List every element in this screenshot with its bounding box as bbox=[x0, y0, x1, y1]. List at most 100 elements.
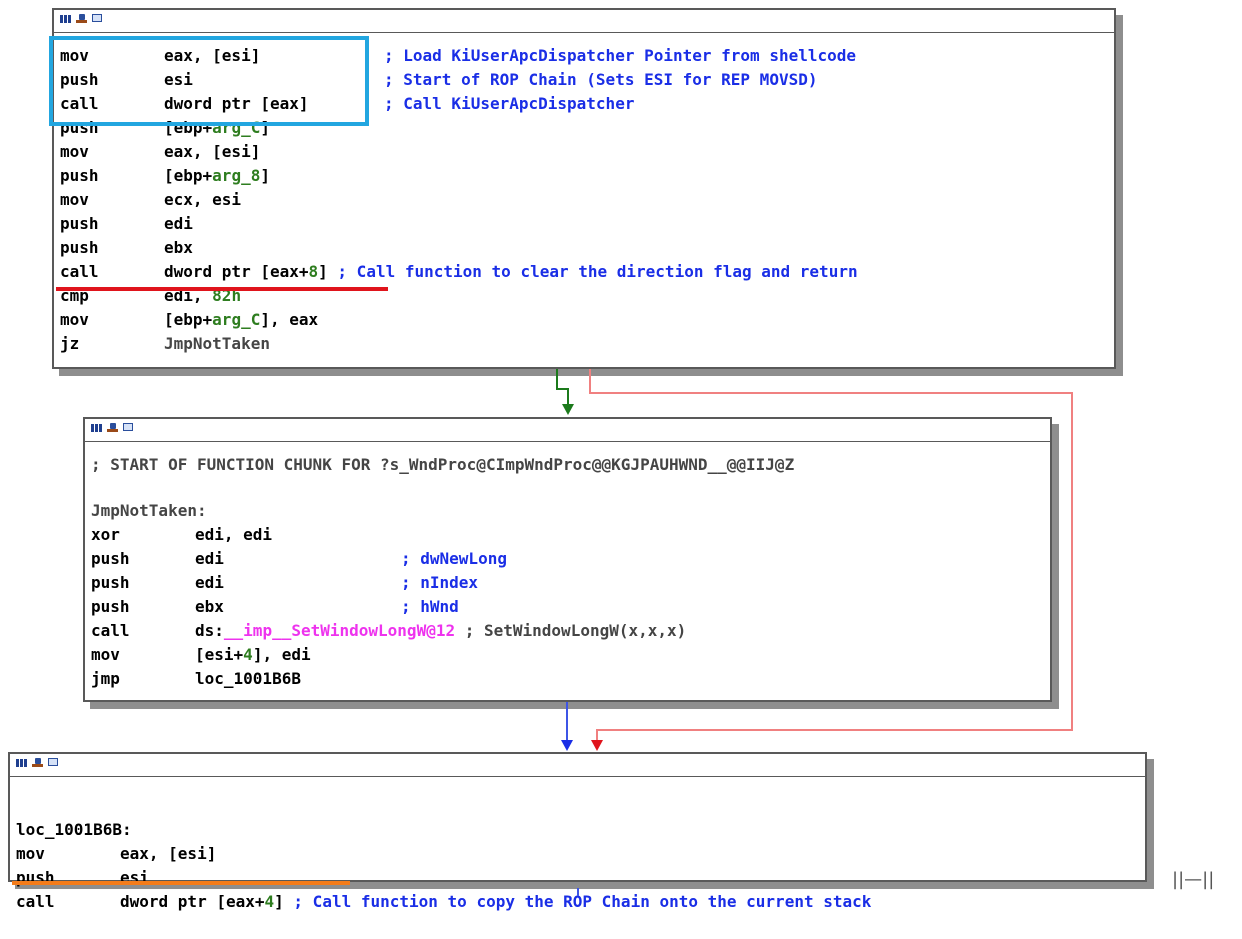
code-line[interactable]: mov [esi+4], edi bbox=[91, 643, 311, 667]
code-line[interactable]: push ebx bbox=[60, 236, 193, 260]
code-line[interactable]: push ebx ; hWnd bbox=[91, 595, 459, 619]
operand: edi bbox=[195, 573, 224, 592]
red-edge bbox=[1071, 392, 1073, 731]
label-loc-1001b6b[interactable]: loc_1001B6B: bbox=[16, 818, 132, 842]
green-arrow-icon bbox=[562, 404, 574, 415]
code-line[interactable]: mov [ebp+arg_C], eax bbox=[60, 308, 318, 332]
operand: dword ptr [eax+ bbox=[120, 892, 265, 911]
code-line[interactable]: mov eax, [esi] bbox=[16, 842, 216, 866]
label-jmpnottaken[interactable]: JmpNotTaken: bbox=[91, 499, 207, 523]
graph-view-icon[interactable] bbox=[60, 15, 71, 23]
operand: ] bbox=[274, 892, 284, 911]
code-line[interactable]: push edi ; nIndex bbox=[91, 571, 478, 595]
green-edge bbox=[567, 388, 569, 405]
operand: edi bbox=[195, 549, 224, 568]
orange-underline bbox=[12, 881, 350, 885]
mnemonic: push bbox=[60, 214, 99, 233]
edit-icon[interactable] bbox=[76, 14, 87, 23]
blue-arrow-icon bbox=[561, 740, 573, 751]
comment: ; Start of ROP Chain (Sets ESI for REP M… bbox=[384, 70, 818, 89]
mnemonic: push bbox=[16, 868, 55, 887]
mnemonic: jz bbox=[60, 334, 80, 353]
operand-highlight: 4 bbox=[264, 892, 275, 911]
mnemonic: call bbox=[60, 262, 99, 281]
green-edge bbox=[556, 369, 558, 389]
mnemonic: xor bbox=[91, 525, 120, 544]
jump-target: JmpNotTaken bbox=[164, 334, 270, 353]
code-line[interactable]: push esi bbox=[16, 866, 149, 890]
comment: ; hWnd bbox=[401, 597, 459, 616]
mnemonic: push bbox=[60, 238, 99, 257]
code-block-3[interactable]: loc_1001B6B: mov eax, [esi] push esi call dwo… bbox=[8, 752, 1147, 911]
operand: loc_1001B6B bbox=[195, 669, 301, 688]
code-line[interactable]: push edi ; dwNewLong bbox=[91, 547, 507, 571]
mnemonic: push bbox=[60, 166, 99, 185]
code-line[interactable]: push [ebp+arg_8] bbox=[60, 164, 270, 188]
code-block-2[interactable]: ; START OF FUNCTION CHUNK FOR ?s_WndProc… bbox=[83, 417, 1052, 702]
red-arrow-icon bbox=[591, 740, 603, 751]
block-header bbox=[10, 754, 1145, 777]
operand: ebx bbox=[195, 597, 224, 616]
window-icon[interactable] bbox=[92, 14, 102, 22]
red-underline bbox=[56, 287, 388, 291]
operand-highlight: arg_8 bbox=[212, 166, 261, 185]
operand: [ebp+ bbox=[164, 166, 213, 185]
operand: [ebp+ bbox=[164, 310, 213, 329]
comment: ; Call KiUserApcDispatcher bbox=[384, 94, 635, 113]
code-line[interactable]: mov ecx, esi bbox=[60, 188, 241, 212]
window-icon[interactable] bbox=[48, 758, 58, 766]
graph-view-icon[interactable] bbox=[16, 759, 27, 767]
code-line[interactable]: jmp loc_1001B6B bbox=[91, 667, 301, 691]
mnemonic: push bbox=[91, 597, 130, 616]
blue-highlight-box bbox=[49, 36, 369, 126]
red-edge bbox=[589, 369, 591, 393]
mnemonic: mov bbox=[91, 645, 120, 664]
operand: ebx bbox=[164, 238, 193, 257]
mnemonic: mov bbox=[60, 142, 89, 161]
code-line[interactable]: call dword ptr [eax+8] ; Call function to… bbox=[60, 260, 858, 284]
code-line[interactable]: jz JmpNotTaken bbox=[60, 332, 270, 356]
import-name: __imp__SetWindowLongW@12 bbox=[223, 621, 456, 640]
red-edge bbox=[596, 729, 1073, 731]
operand: ] bbox=[260, 166, 270, 185]
mnemonic: push bbox=[91, 549, 130, 568]
code-line[interactable]: call dword ptr [eax+4] ; Call function to… bbox=[16, 890, 871, 914]
code-line[interactable]: mov eax, [esi] bbox=[60, 140, 260, 164]
comment: ; SetWindowLongW(x,x,x) bbox=[455, 621, 687, 640]
comment: ; Load KiUserApcDispatcher Pointer from … bbox=[384, 46, 857, 65]
blue-edge-stub bbox=[577, 888, 579, 896]
operand: edi bbox=[164, 214, 193, 233]
block-header bbox=[54, 10, 1114, 33]
code-line[interactable]: call ds:__imp__SetWindowLongW@12 ; SetWin… bbox=[91, 619, 686, 643]
mnemonic: push bbox=[91, 573, 130, 592]
graph-view-icon[interactable] bbox=[91, 424, 102, 432]
operand: [esi+ bbox=[195, 645, 244, 664]
operand: edi, edi bbox=[195, 525, 273, 544]
code-line[interactable]: push edi bbox=[60, 212, 193, 236]
code-line[interactable]: xor edi, edi bbox=[91, 523, 272, 547]
edit-icon[interactable] bbox=[32, 758, 43, 767]
window-icon[interactable] bbox=[123, 423, 133, 431]
mnemonic: mov bbox=[16, 844, 45, 863]
operand: eax, [esi] bbox=[120, 844, 217, 863]
comment: ; nIndex bbox=[401, 573, 479, 592]
mnemonic: mov bbox=[60, 310, 89, 329]
operand: eax, [esi] bbox=[164, 142, 261, 161]
blue-edge bbox=[566, 702, 568, 740]
operand-highlight: arg_C bbox=[212, 310, 261, 329]
operand: ecx, esi bbox=[164, 190, 242, 209]
corner-glyph: ||—|| bbox=[1172, 869, 1215, 890]
red-edge bbox=[589, 392, 1073, 394]
mnemonic: call bbox=[91, 621, 130, 640]
block-header bbox=[85, 419, 1050, 442]
mnemonic: call bbox=[16, 892, 55, 911]
mnemonic: jmp bbox=[91, 669, 120, 688]
mnemonic: mov bbox=[60, 190, 89, 209]
edit-icon[interactable] bbox=[107, 423, 118, 432]
comment: ; dwNewLong bbox=[401, 549, 507, 568]
operand-highlight: 4 bbox=[243, 645, 253, 664]
operand: ] bbox=[318, 262, 328, 281]
operand: ds: bbox=[195, 621, 224, 640]
operand: ], edi bbox=[252, 645, 311, 664]
operand-highlight: 8 bbox=[308, 262, 319, 281]
